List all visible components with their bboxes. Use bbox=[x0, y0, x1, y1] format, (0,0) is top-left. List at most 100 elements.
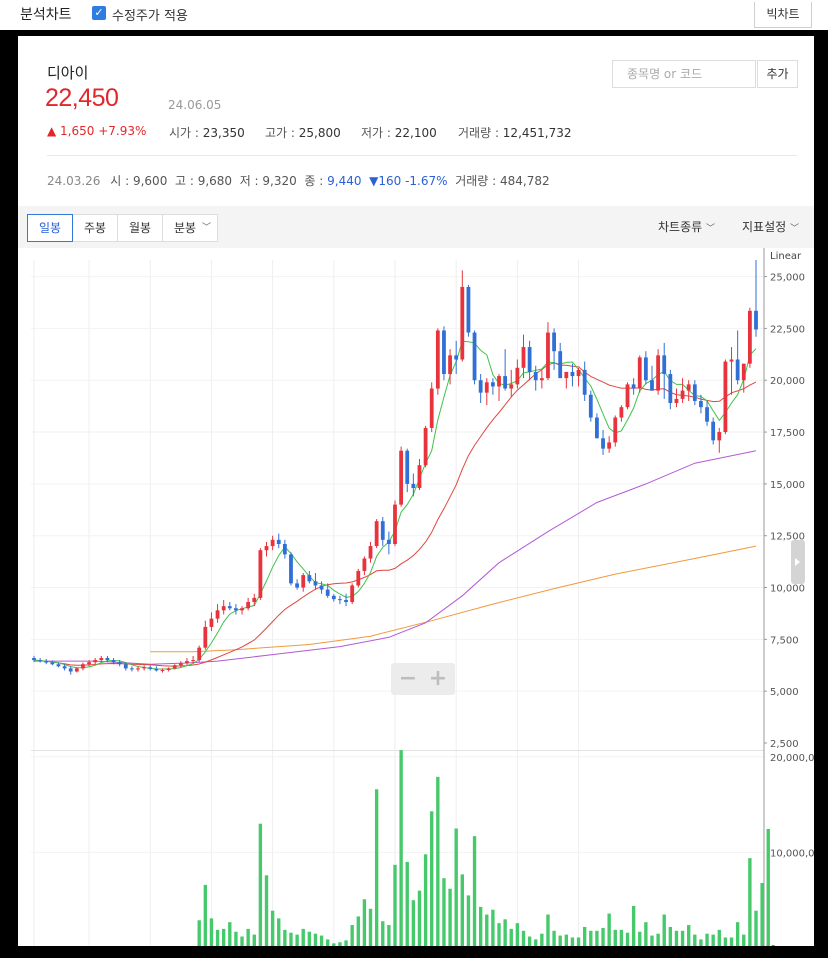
low-stat: 저가 : 22,100 bbox=[361, 126, 437, 140]
candle-body bbox=[582, 369, 587, 395]
candle-body bbox=[613, 417, 618, 443]
candle-body bbox=[393, 504, 397, 544]
candlestick-chart[interactable]: Linear2,5005,0007,50010,00012,50015,0001… bbox=[18, 248, 814, 946]
candle-body bbox=[509, 384, 514, 389]
candle-body bbox=[399, 450, 404, 505]
volume-bar bbox=[289, 932, 293, 946]
volume-bar bbox=[552, 930, 556, 946]
y-tick-label: 20,000 bbox=[770, 376, 805, 387]
price-change: ▲ 1,650 +7.93% bbox=[47, 124, 147, 138]
candle-body bbox=[93, 660, 98, 663]
volume-bar bbox=[631, 905, 636, 946]
volume-bar bbox=[374, 789, 379, 946]
adjusted-price-label[interactable]: 수정주가 적용 bbox=[112, 5, 188, 24]
volume-bar bbox=[613, 929, 617, 946]
volume-bar bbox=[699, 939, 703, 946]
volume-bar bbox=[717, 929, 721, 946]
volume-bar bbox=[491, 909, 495, 946]
volume-bar bbox=[301, 928, 305, 946]
volume-bar bbox=[283, 929, 287, 946]
y-tick-label: 5,000 bbox=[770, 687, 799, 698]
candle-body bbox=[338, 599, 342, 601]
candle-body bbox=[111, 660, 116, 663]
volume-bar bbox=[307, 931, 312, 946]
stock-search-input[interactable]: 종목명 or 코드 bbox=[612, 60, 756, 88]
candle-body bbox=[68, 668, 73, 672]
chart-toolbar: 일봉 주봉 월봉 분봉 ﹀ 차트종류 ﹀ 지표설정 ﹀ bbox=[18, 206, 814, 248]
candle-body bbox=[227, 606, 232, 609]
candle-body bbox=[539, 378, 544, 381]
volume-bar bbox=[509, 928, 513, 946]
tab-monthly[interactable]: 월봉 bbox=[117, 214, 163, 242]
y-tick-label: 10,000 bbox=[770, 584, 805, 595]
candle-body bbox=[276, 539, 281, 544]
volume-bar bbox=[650, 935, 654, 946]
volume-bar bbox=[607, 913, 611, 946]
zoom-out-button[interactable]: − bbox=[393, 665, 423, 693]
volume-bar bbox=[729, 937, 734, 946]
candle-body bbox=[650, 380, 654, 391]
candle-body bbox=[142, 667, 147, 669]
volume-bar bbox=[534, 939, 538, 946]
candle-body bbox=[607, 442, 612, 449]
candle-body bbox=[668, 374, 673, 404]
volume-bar bbox=[350, 925, 354, 946]
volume-bar bbox=[332, 943, 336, 946]
candle-body bbox=[50, 662, 55, 665]
volume-bar bbox=[228, 922, 232, 946]
volume-bar bbox=[742, 934, 746, 946]
candle-body bbox=[350, 585, 355, 603]
tab-daily[interactable]: 일봉 bbox=[27, 214, 73, 242]
candle-body bbox=[747, 310, 752, 364]
volume-bar bbox=[411, 900, 416, 946]
indicator-settings-dropdown[interactable]: 지표설정 ﹀ bbox=[742, 218, 799, 235]
candle-body bbox=[619, 407, 624, 418]
y-tick-label: 2,500 bbox=[770, 739, 799, 750]
candle-body bbox=[62, 666, 67, 669]
chart-area[interactable]: Linear 2,500 5,000 7,500 10,000 12,500 15,000 1… bbox=[18, 248, 814, 946]
tab-weekly[interactable]: 주봉 bbox=[72, 214, 118, 242]
candle-body bbox=[99, 658, 104, 661]
volume-bar bbox=[466, 895, 471, 946]
volume-bar bbox=[356, 916, 360, 946]
volume-bar bbox=[313, 933, 318, 946]
candle-body bbox=[521, 347, 526, 368]
tab-minute[interactable]: 분봉 ﹀ bbox=[162, 214, 218, 242]
candle-body bbox=[246, 602, 251, 609]
side-panel-handle[interactable] bbox=[791, 540, 805, 584]
volume-bar bbox=[270, 910, 275, 946]
price-date: 24.06.05 bbox=[168, 98, 222, 112]
hover-high: 고 : 9,680 bbox=[174, 174, 233, 188]
add-stock-button[interactable]: 추가 bbox=[757, 60, 798, 88]
volume-bar bbox=[387, 925, 391, 946]
hover-ohlc-readout: 24.03.26 시 : 9,600 고 : 9,680 저 : 9,320 종… bbox=[47, 172, 550, 189]
volume-bar bbox=[558, 935, 562, 946]
candle-body bbox=[503, 376, 508, 389]
candle-body bbox=[448, 355, 452, 375]
tab-minute-label: 분봉 bbox=[173, 221, 197, 235]
chart-card: 디아이 22,450 24.06.05 ▲ 1,650 +7.93% 시가 : … bbox=[18, 36, 814, 946]
candle-body bbox=[44, 661, 49, 663]
candle-body bbox=[588, 394, 593, 418]
candle-body bbox=[380, 521, 385, 540]
volume-bar bbox=[246, 928, 250, 946]
adjusted-price-checkbox[interactable]: ✓ bbox=[92, 6, 106, 20]
candle-body bbox=[454, 355, 459, 360]
candle-body bbox=[209, 618, 214, 627]
volume-bar bbox=[234, 931, 238, 946]
candle-body bbox=[362, 558, 367, 571]
candle-body bbox=[81, 664, 85, 669]
candle-body bbox=[295, 583, 299, 588]
volume-bar bbox=[478, 906, 483, 946]
volume-tick-label: 20,000,000 bbox=[770, 753, 814, 764]
volume-bar bbox=[264, 875, 269, 946]
big-chart-button[interactable]: 빅차트 bbox=[754, 2, 812, 28]
candle-body bbox=[215, 610, 220, 619]
chevron-down-icon: ﹀ bbox=[706, 224, 716, 234]
volume-bar bbox=[546, 914, 550, 946]
y-tick-label: 17,500 bbox=[770, 428, 805, 439]
volume-bar bbox=[472, 836, 477, 946]
zoom-in-button[interactable]: + bbox=[423, 665, 453, 693]
candle-body bbox=[356, 570, 361, 586]
chart-type-dropdown[interactable]: 차트종류 ﹀ bbox=[658, 218, 715, 235]
